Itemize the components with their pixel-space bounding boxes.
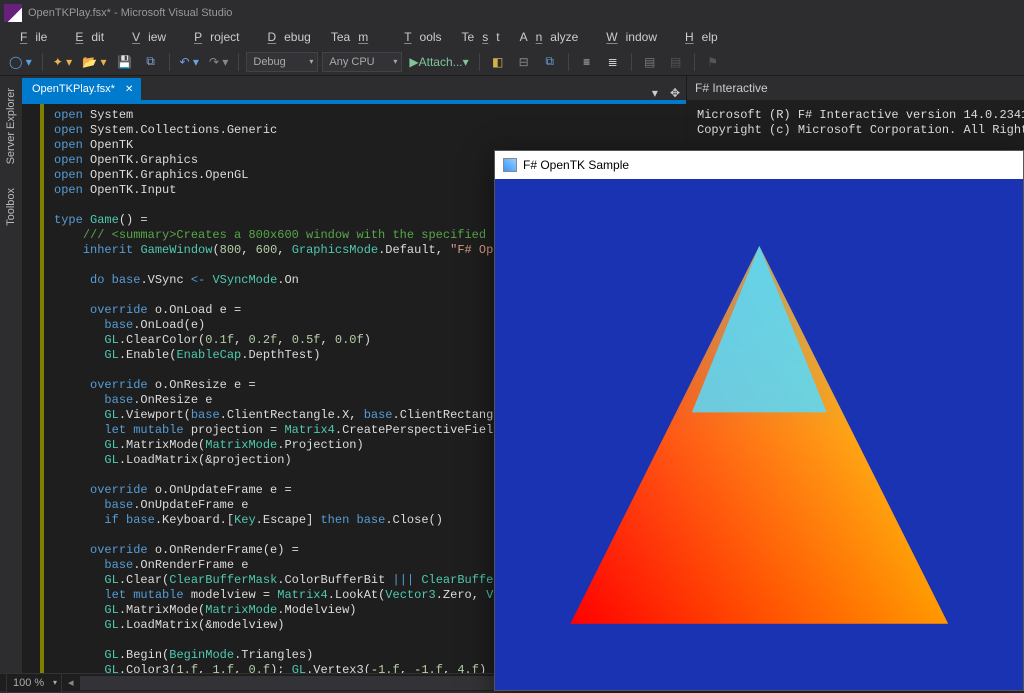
save-button[interactable]: 💾 xyxy=(114,51,136,73)
platform-select[interactable]: Any CPU xyxy=(322,52,402,72)
menu-file[interactable]: File xyxy=(4,28,55,46)
nav-back-button[interactable]: ◯ ▾ xyxy=(6,51,35,73)
zoom-select[interactable]: 100 % xyxy=(6,673,62,693)
file-tab-opentkplay[interactable]: OpenTKPlay.fsx* ✕ xyxy=(22,78,141,100)
editor-gutter xyxy=(22,104,40,673)
left-tool-strip: Server Explorer Toolbox xyxy=(0,76,22,673)
open-button[interactable]: 📂 ▾ xyxy=(79,51,109,73)
opentk-sample-window[interactable]: F# OpenTK Sample xyxy=(494,150,1024,691)
fsi-panel-title: F# Interactive xyxy=(687,76,1024,100)
bookmark-icon[interactable]: ⚑ xyxy=(702,51,724,73)
config-select[interactable]: Debug xyxy=(246,52,318,72)
menu-window[interactable]: Window xyxy=(590,28,665,46)
separator xyxy=(479,53,480,71)
split-editor-icon[interactable]: ✥ xyxy=(664,86,686,100)
sample-window-title: F# OpenTK Sample xyxy=(523,158,629,172)
menu-test[interactable]: Test xyxy=(454,28,508,46)
server-explorer-tab[interactable]: Server Explorer xyxy=(3,82,19,170)
separator xyxy=(694,53,695,71)
window-title: OpenTKPlay.fsx* - Microsoft Visual Studi… xyxy=(28,7,232,19)
scroll-left-icon[interactable]: ◂ xyxy=(68,676,74,689)
opentk-app-icon xyxy=(503,158,517,172)
indent-left-icon[interactable]: ≡ xyxy=(576,51,598,73)
start-attach-button[interactable]: ▶ Attach... ▾ xyxy=(406,51,471,73)
redo-button[interactable]: ↷ ▾ xyxy=(206,51,231,73)
separator xyxy=(568,53,569,71)
tool-icon-3[interactable]: ⧉ xyxy=(539,51,561,73)
sample-window-titlebar[interactable]: F# OpenTK Sample xyxy=(495,151,1023,179)
menu-debug[interactable]: Debug xyxy=(251,28,318,46)
opengl-viewport xyxy=(495,179,1023,690)
comment-icon[interactable]: ▤ xyxy=(639,51,661,73)
file-tab-label: OpenTKPlay.fsx* xyxy=(32,83,115,95)
toolbar: ◯ ▾ ✦ ▾ 📂 ▾ 💾 ⧉ ↶ ▾ ↷ ▾ Debug Any CPU ▶ … xyxy=(0,48,1024,76)
separator xyxy=(238,53,239,71)
separator xyxy=(42,53,43,71)
indent-right-icon[interactable]: ≣ xyxy=(602,51,624,73)
menu-project[interactable]: Project xyxy=(178,28,247,46)
tab-dropdown-icon[interactable]: ▾ xyxy=(646,86,664,100)
separator xyxy=(631,53,632,71)
new-project-button[interactable]: ✦ ▾ xyxy=(50,51,75,73)
rendered-triangle-icon xyxy=(527,210,992,660)
vs-logo-icon xyxy=(4,4,22,22)
undo-button[interactable]: ↶ ▾ xyxy=(177,51,202,73)
editor-tab-row: OpenTKPlay.fsx* ✕ ▾ ✥ xyxy=(22,76,686,100)
uncomment-icon[interactable]: ▤ xyxy=(665,51,687,73)
separator xyxy=(169,53,170,71)
window-titlebar: OpenTKPlay.fsx* - Microsoft Visual Studi… xyxy=(0,0,1024,26)
menu-help[interactable]: Help xyxy=(669,28,726,46)
close-tab-icon[interactable]: ✕ xyxy=(121,84,137,95)
menu-view[interactable]: View xyxy=(116,28,174,46)
toolbox-tab[interactable]: Toolbox xyxy=(3,182,19,232)
menu-team[interactable]: Team xyxy=(323,28,384,46)
tool-icon-1[interactable]: ◧ xyxy=(487,51,509,73)
save-all-button[interactable]: ⧉ xyxy=(140,51,162,73)
menu-edit[interactable]: Edit xyxy=(59,28,112,46)
menubar: File Edit View Project Debug Team Tools … xyxy=(0,26,1024,48)
menu-analyze[interactable]: Analyze xyxy=(512,28,587,46)
menu-tools[interactable]: Tools xyxy=(388,28,449,46)
tool-icon-2[interactable]: ⊟ xyxy=(513,51,535,73)
